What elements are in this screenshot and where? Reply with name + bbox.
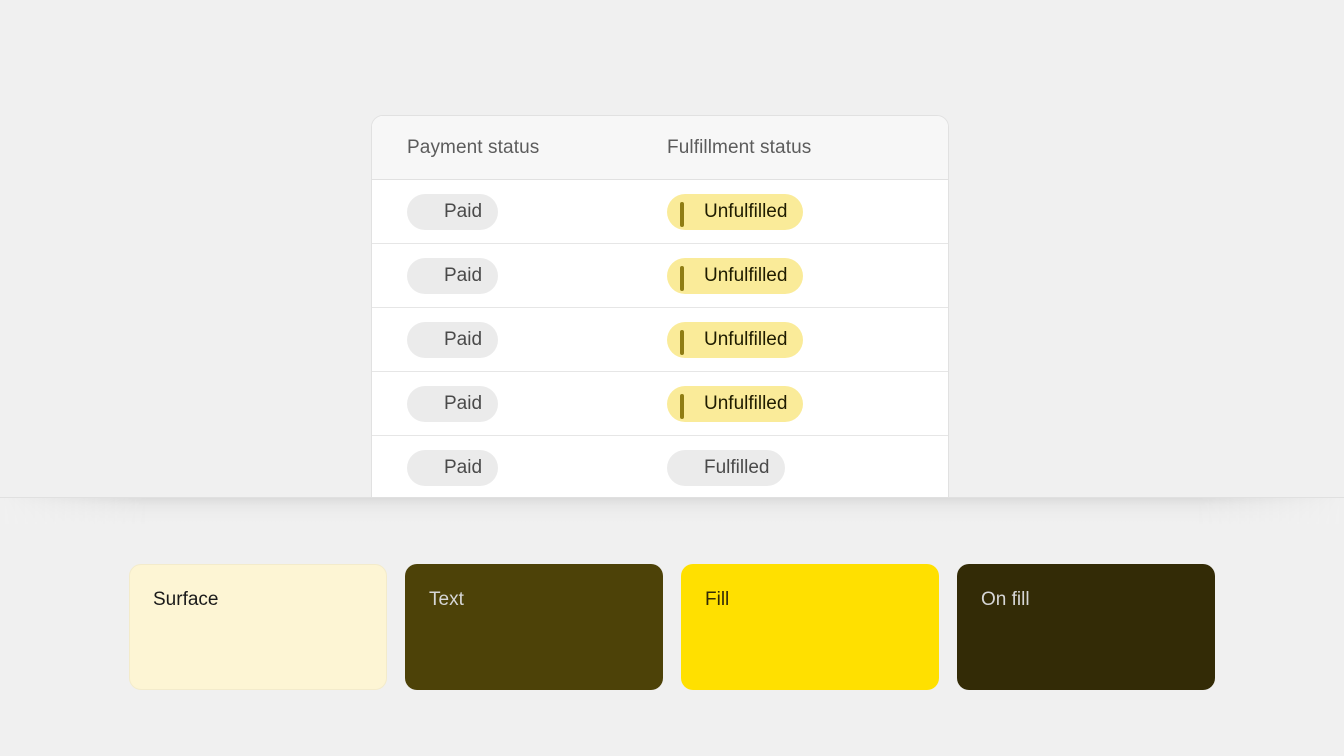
cell-fulfillment-status: Fulfilled	[632, 450, 948, 486]
hollow-ring-icon	[680, 330, 695, 355]
color-swatch: Fill	[681, 564, 939, 690]
hollow-ring-icon-shape	[680, 394, 684, 419]
color-swatch: On fill	[957, 564, 1215, 690]
color-swatch: Surface	[129, 564, 387, 690]
hollow-ring-icon	[680, 394, 695, 419]
status-badge: Paid	[407, 450, 499, 486]
status-badge: Unfulfilled	[667, 385, 804, 422]
filled-circle-icon	[680, 461, 695, 476]
table-row[interactable]: Paid Unfulfilled	[372, 244, 948, 308]
status-badge-label: Paid	[444, 457, 483, 478]
status-badge: Unfulfilled	[667, 193, 804, 230]
status-badge-label: Paid	[444, 264, 483, 286]
table-row[interactable]: Paid Fulfilled	[372, 436, 948, 498]
color-swatch-label: On fill	[981, 589, 1030, 610]
table-header-row: Payment status Fulfillment status	[372, 116, 948, 180]
status-badge-label: Fulfilled	[704, 457, 770, 478]
status-badge: Unfulfilled	[667, 257, 804, 294]
status-badge: Paid	[407, 385, 499, 422]
section-divider	[0, 497, 1344, 498]
cell-payment-status: Paid	[372, 321, 632, 358]
status-badge: Paid	[407, 321, 499, 358]
cell-fulfillment-status: Unfulfilled	[632, 321, 948, 358]
filled-circle-icon	[420, 268, 435, 283]
status-badge-label: Unfulfilled	[704, 328, 788, 350]
color-swatch-label: Surface	[153, 589, 219, 610]
status-badge: Unfulfilled	[667, 321, 804, 358]
color-swatch-group: Surface Text Fill On fill	[129, 564, 1215, 690]
column-header-fulfillment-status: Fulfillment status	[667, 136, 812, 158]
hollow-ring-icon-shape	[680, 266, 684, 291]
hollow-ring-icon-shape	[680, 202, 684, 227]
column-header-payment-status: Payment status	[407, 136, 540, 158]
cell-fulfillment-status: Unfulfilled	[632, 385, 948, 422]
section-divider-shadow	[0, 498, 1344, 524]
color-swatch: Text	[405, 564, 663, 690]
cell-payment-status: Paid	[372, 385, 632, 422]
status-badge-label: Unfulfilled	[704, 264, 788, 286]
color-swatch-label: Fill	[705, 589, 730, 610]
hollow-ring-icon	[680, 202, 695, 227]
table-row[interactable]: Paid Unfulfilled	[372, 180, 948, 244]
status-badge-label: Paid	[444, 200, 483, 222]
hollow-ring-icon	[680, 266, 695, 291]
filled-circle-icon	[420, 204, 435, 219]
status-badge-label: Paid	[444, 328, 483, 350]
table-region: Payment status Fulfillment status Paid Un…	[0, 0, 1344, 498]
color-swatch-label: Text	[429, 589, 464, 610]
table-row[interactable]: Paid Unfulfilled	[372, 372, 948, 436]
filled-circle-icon	[420, 396, 435, 411]
cell-payment-status: Paid	[372, 193, 632, 230]
status-badge-label: Unfulfilled	[704, 392, 788, 414]
table-body: Paid Unfulfilled Paid Unfulfilled Paid Unfulf…	[372, 180, 948, 498]
filled-circle-icon	[420, 461, 435, 476]
cell-fulfillment-status: Unfulfilled	[632, 257, 948, 294]
status-badge-label: Unfulfilled	[704, 200, 788, 222]
cell-payment-status: Paid	[372, 450, 632, 486]
filled-circle-icon	[420, 332, 435, 347]
orders-status-table: Payment status Fulfillment status Paid Un…	[371, 115, 949, 498]
status-badge: Fulfilled	[667, 450, 786, 486]
status-badge: Paid	[407, 257, 499, 294]
cell-payment-status: Paid	[372, 257, 632, 294]
status-badge: Paid	[407, 193, 499, 230]
hollow-ring-icon-shape	[680, 330, 684, 355]
status-badge-label: Paid	[444, 392, 483, 414]
table-row[interactable]: Paid Unfulfilled	[372, 308, 948, 372]
cell-fulfillment-status: Unfulfilled	[632, 193, 948, 230]
